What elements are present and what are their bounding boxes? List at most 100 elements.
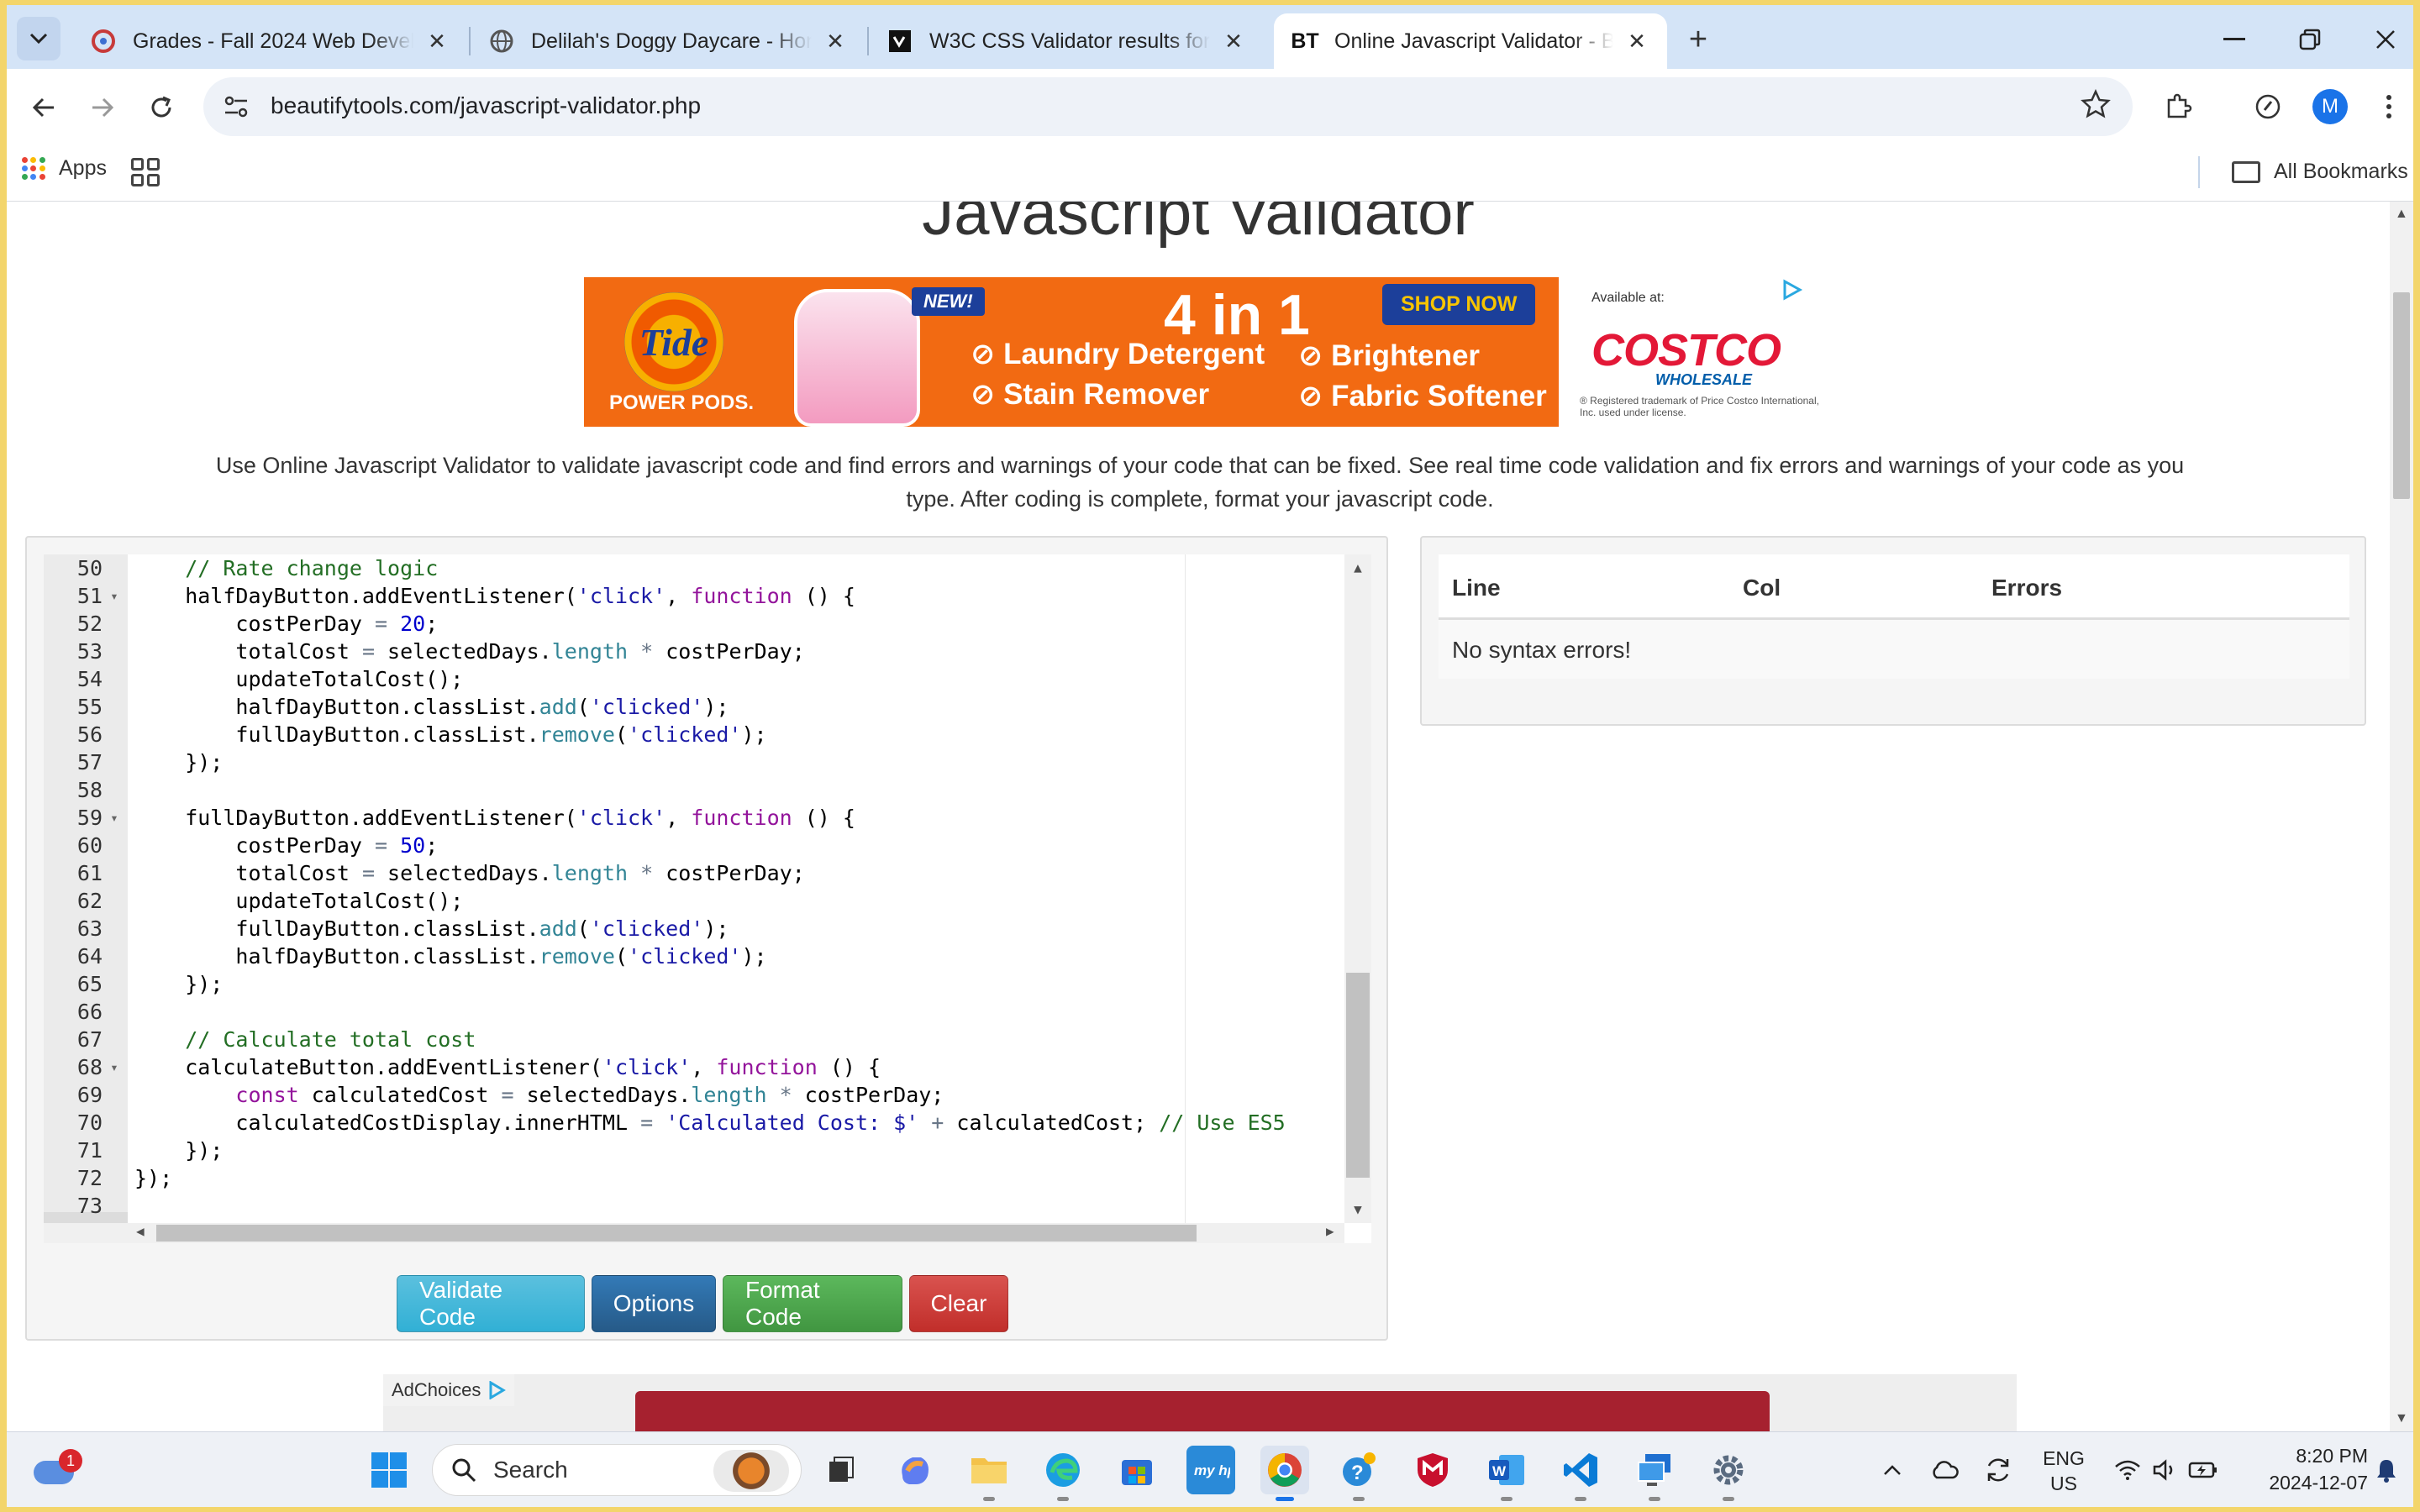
forward-button[interactable] <box>79 84 126 131</box>
editor-vertical-scrollbar[interactable]: ▲ ▼ <box>1344 554 1371 1223</box>
close-icon[interactable]: ✕ <box>1222 29 1245 54</box>
tab-groups-icon[interactable] <box>131 158 160 186</box>
minimize-button[interactable] <box>2196 17 2272 62</box>
code-line[interactable]: 71 }); <box>44 1137 1338 1164</box>
mcafee-app[interactable] <box>1408 1446 1457 1494</box>
clear-button[interactable]: Clear <box>909 1275 1008 1332</box>
bottom-ad[interactable] <box>383 1374 2017 1431</box>
back-button[interactable] <box>20 84 67 131</box>
tab-grades[interactable]: Grades - Fall 2024 Web Develop ✕ <box>72 13 467 69</box>
scroll-right-arrow-icon[interactable]: ▶ <box>1326 1223 1334 1239</box>
code-line[interactable]: 66 <box>44 998 1338 1026</box>
store-app[interactable] <box>1113 1446 1161 1494</box>
taskbar-search[interactable]: Search <box>432 1444 802 1496</box>
extensions-button[interactable] <box>2158 86 2200 128</box>
tab-search-button[interactable] <box>17 17 60 60</box>
task-view-button[interactable] <box>817 1446 865 1494</box>
fold-toggle-icon[interactable]: ▾ <box>106 804 123 832</box>
code-line[interactable]: 69 const calculatedCost = selectedDays.l… <box>44 1081 1338 1109</box>
code-line[interactable]: 55 halfDayButton.classList.add('clicked'… <box>44 693 1338 721</box>
scrollbar-thumb[interactable] <box>156 1225 1197 1242</box>
close-icon[interactable]: ✕ <box>823 29 847 54</box>
myhp-app[interactable]: my hp <box>1186 1446 1235 1494</box>
copilot-app[interactable] <box>891 1446 939 1494</box>
code-line[interactable]: 58 <box>44 776 1338 804</box>
performance-button[interactable] <box>2247 86 2289 128</box>
code-line[interactable]: 70 calculatedCostDisplay.innerHTML = 'Ca… <box>44 1109 1338 1137</box>
clock[interactable]: 8:20 PM 2024-12-07 <box>2233 1442 2368 1496</box>
scroll-down-arrow-icon[interactable]: ▼ <box>2395 1411 2408 1426</box>
scroll-down-arrow-icon[interactable]: ▼ <box>1349 1201 1366 1217</box>
new-tab-button[interactable]: + <box>1679 20 1718 59</box>
adchoices-arrow-icon[interactable] <box>1781 279 1803 301</box>
word-app[interactable]: W <box>1482 1446 1531 1501</box>
profile-avatar[interactable]: M <box>2312 89 2348 124</box>
start-button[interactable] <box>365 1446 413 1494</box>
close-icon[interactable]: ✕ <box>425 29 449 54</box>
show-hidden-icons-button[interactable] <box>1876 1432 1909 1508</box>
vscode-app[interactable] <box>1556 1446 1605 1501</box>
fold-toggle-icon[interactable]: ▾ <box>106 582 123 610</box>
code-line[interactable]: 64 halfDayButton.classList.remove('click… <box>44 942 1338 970</box>
adchoices-badge[interactable]: AdChoices <box>383 1374 514 1406</box>
code-line[interactable]: 53 totalCost = selectedDays.length * cos… <box>44 638 1338 665</box>
options-button[interactable]: Options <box>592 1275 716 1332</box>
code-line[interactable]: 52 costPerDay = 20; <box>44 610 1338 638</box>
wifi-tray[interactable] <box>2111 1432 2144 1508</box>
weather-widget[interactable]: 1 <box>29 1449 82 1491</box>
bookmark-apps[interactable]: Apps <box>22 156 107 181</box>
address-bar[interactable]: beautifytools.com/javascript-validator.p… <box>203 77 2133 136</box>
scroll-up-arrow-icon[interactable]: ▲ <box>2395 207 2408 222</box>
edge-app[interactable] <box>1039 1446 1087 1501</box>
site-settings-icon[interactable] <box>222 92 250 121</box>
close-icon[interactable]: ✕ <box>1625 29 1649 54</box>
code-line[interactable]: 72}); <box>44 1164 1338 1192</box>
code-line[interactable]: 60 costPerDay = 50; <box>44 832 1338 859</box>
tab-js-validator[interactable]: BT Online Javascript Validator - Be ✕ <box>1274 13 1667 69</box>
code-line[interactable]: 57 }); <box>44 748 1338 776</box>
code-line[interactable]: 67 // Calculate total cost <box>44 1026 1338 1053</box>
menu-button[interactable] <box>2368 86 2410 128</box>
code-line[interactable]: 54 updateTotalCost(); <box>44 665 1338 693</box>
chrome-app[interactable] <box>1260 1446 1309 1501</box>
help-app[interactable]: ? <box>1334 1446 1383 1501</box>
code-line[interactable]: 62 updateTotalCost(); <box>44 887 1338 915</box>
file-explorer-app[interactable] <box>965 1446 1013 1501</box>
tab-doggy-daycare[interactable]: Delilah's Doggy Daycare - Hom ✕ <box>471 13 865 69</box>
tab-w3c-validator[interactable]: W3C CSS Validator results for st ✕ <box>869 13 1264 69</box>
editor-horizontal-scrollbar[interactable]: ◀ ▶ <box>44 1223 1344 1243</box>
code-line[interactable]: 65 }); <box>44 970 1338 998</box>
page-scrollbar[interactable]: ▲ ▼ <box>2390 202 2413 1431</box>
fold-toggle-icon[interactable]: ▾ <box>106 1053 123 1081</box>
restore-button[interactable] <box>2272 17 2348 62</box>
ad-shop-now-button[interactable]: SHOP NOW <box>1382 284 1536 325</box>
close-window-button[interactable] <box>2348 17 2420 62</box>
code-line[interactable]: 63 fullDayButton.classList.add('clicked'… <box>44 915 1338 942</box>
scroll-left-arrow-icon[interactable]: ◀ <box>136 1223 145 1239</box>
tide-ad-banner[interactable]: Tide POWER PODS. NEW! 4 in 1 SHOP NOW ⊘ … <box>584 277 1559 427</box>
scroll-up-arrow-icon[interactable]: ▲ <box>1349 559 1366 575</box>
reload-button[interactable] <box>138 84 185 131</box>
code-editor[interactable]: 50 // Rate change logic 51 ▾ halfDayButton… <box>44 554 1371 1243</box>
bookmark-star-icon[interactable] <box>2081 89 2111 119</box>
scrollbar-thumb[interactable] <box>1346 973 1370 1178</box>
code-line[interactable]: 61 totalCost = selectedDays.length * cos… <box>44 859 1338 887</box>
code-line[interactable]: 51 ▾ halfDayButton.addEventListener('clic… <box>44 582 1338 610</box>
notification-bell-icon[interactable] <box>2375 1457 2398 1483</box>
validate-code-button[interactable]: Validate Code <box>397 1275 585 1332</box>
all-bookmarks[interactable]: All Bookmarks <box>2232 160 2408 184</box>
settings-app[interactable] <box>1704 1446 1753 1501</box>
format-code-button[interactable]: Format Code <box>723 1275 902 1332</box>
code-line[interactable]: 50 // Rate change logic <box>44 554 1338 582</box>
code-line[interactable]: 59 ▾ fullDayButton.addEventListener('clic… <box>44 804 1338 832</box>
code-line[interactable]: 68 ▾ calculateButton.addEventListener('cl… <box>44 1053 1338 1081</box>
code-line[interactable]: 56 fullDayButton.classList.remove('click… <box>44 721 1338 748</box>
scrollbar-thumb[interactable] <box>2393 292 2410 499</box>
sync-tray[interactable] <box>1980 1432 2017 1508</box>
remote-desktop-app[interactable] <box>1630 1446 1679 1501</box>
onedrive-tray[interactable] <box>1926 1432 1963 1508</box>
volume-tray[interactable] <box>2148 1432 2181 1508</box>
battery-tray[interactable] <box>2185 1432 2222 1508</box>
code-line[interactable]: 73 <box>44 1192 1338 1220</box>
language-indicator[interactable]: ENG US <box>2033 1446 2094 1496</box>
